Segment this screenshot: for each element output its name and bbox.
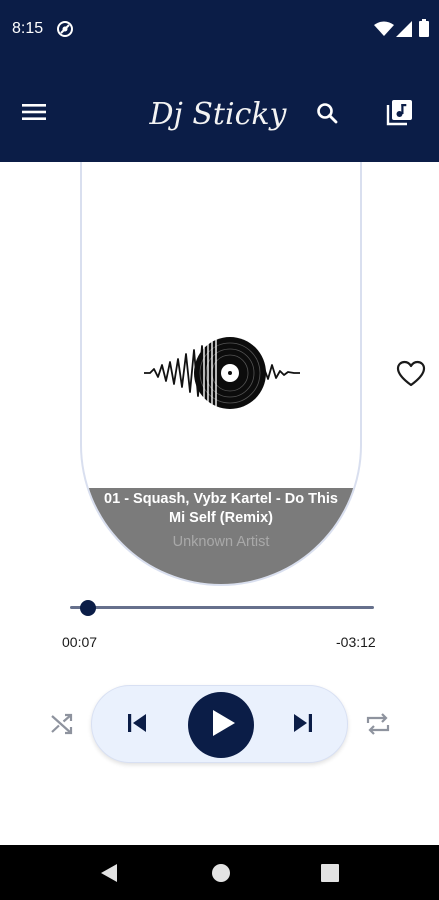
music-library-icon xyxy=(385,99,413,132)
search-button[interactable] xyxy=(308,96,346,134)
home-icon[interactable] xyxy=(211,863,231,888)
track-artist: Unknown Artist xyxy=(172,534,270,550)
wifi-icon xyxy=(374,21,394,42)
seek-bar[interactable] xyxy=(70,599,374,617)
favorite-button[interactable] xyxy=(396,360,426,388)
heart-outline-icon xyxy=(396,360,426,392)
recents-icon[interactable] xyxy=(321,864,339,887)
track-info-band: 01 - Squash, Vybz Kartel - Do This Mi Se… xyxy=(82,488,360,584)
shuffle-button[interactable] xyxy=(48,710,76,738)
seek-thumb[interactable] xyxy=(80,600,96,616)
shuffle-icon xyxy=(48,713,76,742)
vpn-icon xyxy=(56,20,74,43)
app-title-logo: Dj Sticky xyxy=(140,90,300,140)
play-button[interactable] xyxy=(188,692,254,758)
repeat-button[interactable] xyxy=(364,710,392,738)
playback-controls xyxy=(91,685,348,763)
skip-next-icon xyxy=(291,711,315,740)
music-library-button[interactable] xyxy=(378,94,420,136)
status-time: 8:15 xyxy=(12,20,44,37)
app-bar: Dj Sticky xyxy=(0,62,439,162)
system-nav-bar xyxy=(0,845,439,900)
seek-track xyxy=(70,606,374,609)
track-title: 01 - Squash, Vybz Kartel - Do This Mi Se… xyxy=(104,491,338,526)
now-playing-card: 01 - Squash, Vybz Kartel - Do This Mi Se… xyxy=(80,162,362,586)
menu-icon xyxy=(22,103,46,126)
search-icon xyxy=(316,102,338,129)
app-title: Dj Sticky xyxy=(148,97,287,132)
status-bar: 8:15 xyxy=(0,0,439,62)
remaining-time: -03:12 xyxy=(336,634,376,650)
previous-button[interactable] xyxy=(122,710,152,740)
signal-icon xyxy=(396,21,412,42)
back-icon[interactable] xyxy=(100,863,118,888)
elapsed-time: 00:07 xyxy=(62,634,98,650)
vinyl-soundwave-icon xyxy=(142,332,302,414)
repeat-icon xyxy=(364,713,392,742)
next-button[interactable] xyxy=(288,710,318,740)
skip-previous-icon xyxy=(125,711,149,740)
menu-button[interactable] xyxy=(14,96,54,132)
play-icon xyxy=(211,709,237,742)
battery-icon xyxy=(419,19,429,42)
